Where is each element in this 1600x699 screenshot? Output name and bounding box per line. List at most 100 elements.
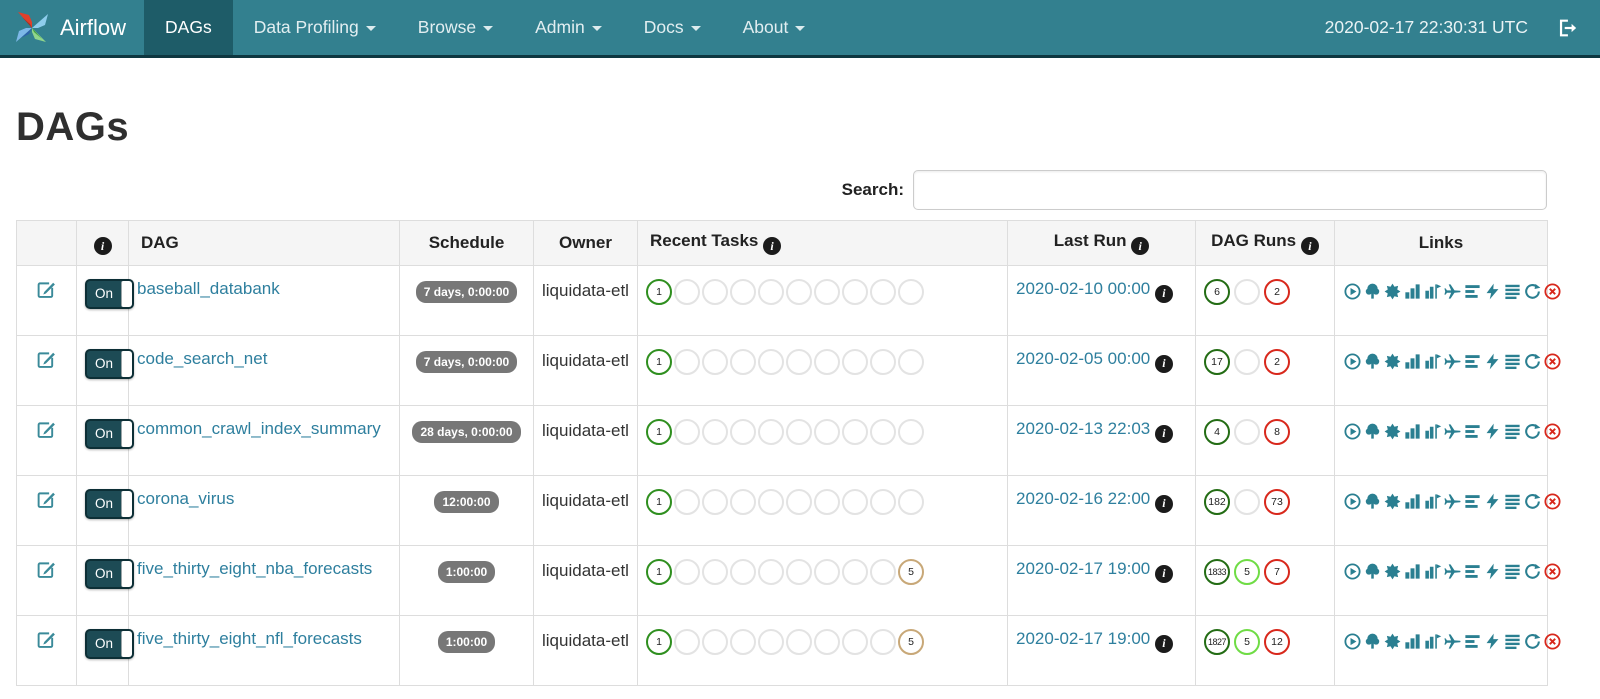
task-duration-icon[interactable] <box>1403 632 1422 651</box>
recent-task-circle[interactable]: 5 <box>898 629 924 655</box>
task-duration-icon[interactable] <box>1403 422 1422 441</box>
last-run-link[interactable]: 2020-02-17 19:00 <box>1016 559 1155 578</box>
delete-dag-icon[interactable] <box>1543 422 1562 441</box>
refresh-icon[interactable] <box>1523 632 1542 651</box>
recent-task-circle[interactable] <box>842 559 868 585</box>
refresh-icon[interactable] <box>1523 492 1542 511</box>
trigger-dag-icon[interactable] <box>1343 282 1362 301</box>
delete-dag-icon[interactable] <box>1543 632 1562 651</box>
edit-dag-icon[interactable] <box>36 419 57 440</box>
last-run-link[interactable]: 2020-02-16 22:00 <box>1016 489 1155 508</box>
recent-task-circle[interactable] <box>730 629 756 655</box>
nav-item-browse[interactable]: Browse <box>397 0 514 55</box>
dag-run-circle[interactable]: 7 <box>1264 559 1290 585</box>
recent-task-circle[interactable] <box>898 489 924 515</box>
recent-task-circle[interactable] <box>702 629 728 655</box>
info-icon[interactable]: i <box>1154 284 1173 303</box>
recent-task-circle[interactable] <box>674 349 700 375</box>
code-view-icon[interactable] <box>1483 422 1502 441</box>
recent-task-circle[interactable] <box>674 279 700 305</box>
schedule-badge[interactable]: 1:00:00 <box>437 631 496 653</box>
landing-times-icon[interactable] <box>1443 492 1462 511</box>
landing-times-icon[interactable] <box>1443 422 1462 441</box>
code-view-icon[interactable] <box>1483 492 1502 511</box>
recent-task-circle[interactable] <box>758 419 784 445</box>
recent-task-circle[interactable]: 1 <box>646 349 672 375</box>
recent-task-circle[interactable] <box>674 629 700 655</box>
recent-task-circle[interactable] <box>786 629 812 655</box>
graph-view-icon[interactable] <box>1383 422 1402 441</box>
recent-task-circle[interactable]: 1 <box>646 489 672 515</box>
task-tries-icon[interactable] <box>1423 632 1442 651</box>
recent-task-circle[interactable] <box>786 349 812 375</box>
dag-run-circle[interactable] <box>1234 349 1260 375</box>
recent-task-circle[interactable] <box>758 559 784 585</box>
recent-task-circle[interactable] <box>758 279 784 305</box>
recent-task-circle[interactable] <box>814 629 840 655</box>
info-icon[interactable]: i <box>93 237 112 256</box>
schedule-badge[interactable]: 7 days, 0:00:00 <box>415 351 518 373</box>
gantt-view-icon[interactable] <box>1463 422 1482 441</box>
dag-run-circle[interactable]: 17 <box>1204 349 1230 375</box>
dag-run-circle[interactable]: 8 <box>1264 419 1290 445</box>
edit-dag-icon[interactable] <box>36 279 57 300</box>
tree-view-icon[interactable] <box>1363 632 1382 651</box>
recent-task-circle[interactable] <box>758 629 784 655</box>
recent-task-circle[interactable]: 5 <box>898 559 924 585</box>
last-run-link[interactable]: 2020-02-10 00:00 <box>1016 279 1155 298</box>
recent-task-circle[interactable] <box>870 559 896 585</box>
schedule-badge[interactable]: 12:00:00 <box>434 491 499 513</box>
recent-task-circle[interactable]: 1 <box>646 559 672 585</box>
recent-task-circle[interactable] <box>898 279 924 305</box>
delete-dag-icon[interactable] <box>1543 492 1562 511</box>
trigger-dag-icon[interactable] <box>1343 632 1362 651</box>
dag-run-circle[interactable]: 73 <box>1264 489 1290 515</box>
schedule-badge[interactable]: 28 days, 0:00:00 <box>412 421 521 443</box>
delete-dag-icon[interactable] <box>1543 352 1562 371</box>
info-icon[interactable]: i <box>763 237 782 256</box>
recent-task-circle[interactable] <box>842 489 868 515</box>
code-view-icon[interactable] <box>1483 632 1502 651</box>
recent-task-circle[interactable] <box>730 489 756 515</box>
task-tries-icon[interactable] <box>1423 422 1442 441</box>
info-icon[interactable]: i <box>1154 494 1173 513</box>
trigger-dag-icon[interactable] <box>1343 352 1362 371</box>
dag-details-icon[interactable] <box>1503 282 1522 301</box>
refresh-icon[interactable] <box>1523 562 1542 581</box>
airflow-brand[interactable]: Airflow <box>0 0 144 55</box>
gantt-view-icon[interactable] <box>1463 492 1482 511</box>
tree-view-icon[interactable] <box>1363 492 1382 511</box>
recent-task-circle[interactable] <box>758 489 784 515</box>
task-tries-icon[interactable] <box>1423 352 1442 371</box>
dag-run-circle[interactable]: 5 <box>1234 629 1260 655</box>
edit-dag-icon[interactable] <box>36 349 57 370</box>
edit-dag-icon[interactable] <box>36 489 57 510</box>
dag-run-circle[interactable]: 5 <box>1234 559 1260 585</box>
recent-task-circle[interactable]: 1 <box>646 629 672 655</box>
info-icon[interactable]: i <box>1300 237 1319 256</box>
recent-task-circle[interactable] <box>702 489 728 515</box>
task-duration-icon[interactable] <box>1403 282 1422 301</box>
recent-task-circle[interactable] <box>870 629 896 655</box>
code-view-icon[interactable] <box>1483 562 1502 581</box>
dag-run-circle[interactable] <box>1234 419 1260 445</box>
dag-run-circle[interactable] <box>1234 489 1260 515</box>
info-icon[interactable]: i <box>1154 564 1173 583</box>
recent-task-circle[interactable] <box>702 279 728 305</box>
gantt-view-icon[interactable] <box>1463 632 1482 651</box>
info-icon[interactable]: i <box>1154 424 1173 443</box>
gantt-view-icon[interactable] <box>1463 562 1482 581</box>
tree-view-icon[interactable] <box>1363 562 1382 581</box>
dag-run-circle[interactable] <box>1234 279 1260 305</box>
trigger-dag-icon[interactable] <box>1343 562 1362 581</box>
code-view-icon[interactable] <box>1483 282 1502 301</box>
schedule-badge[interactable]: 1:00:00 <box>437 561 496 583</box>
recent-task-circle[interactable] <box>786 559 812 585</box>
gantt-view-icon[interactable] <box>1463 282 1482 301</box>
dag-pause-toggle[interactable]: On <box>85 279 134 309</box>
task-tries-icon[interactable] <box>1423 492 1442 511</box>
task-duration-icon[interactable] <box>1403 352 1422 371</box>
tree-view-icon[interactable] <box>1363 282 1382 301</box>
nav-item-data-profiling[interactable]: Data Profiling <box>233 0 397 55</box>
task-duration-icon[interactable] <box>1403 562 1422 581</box>
